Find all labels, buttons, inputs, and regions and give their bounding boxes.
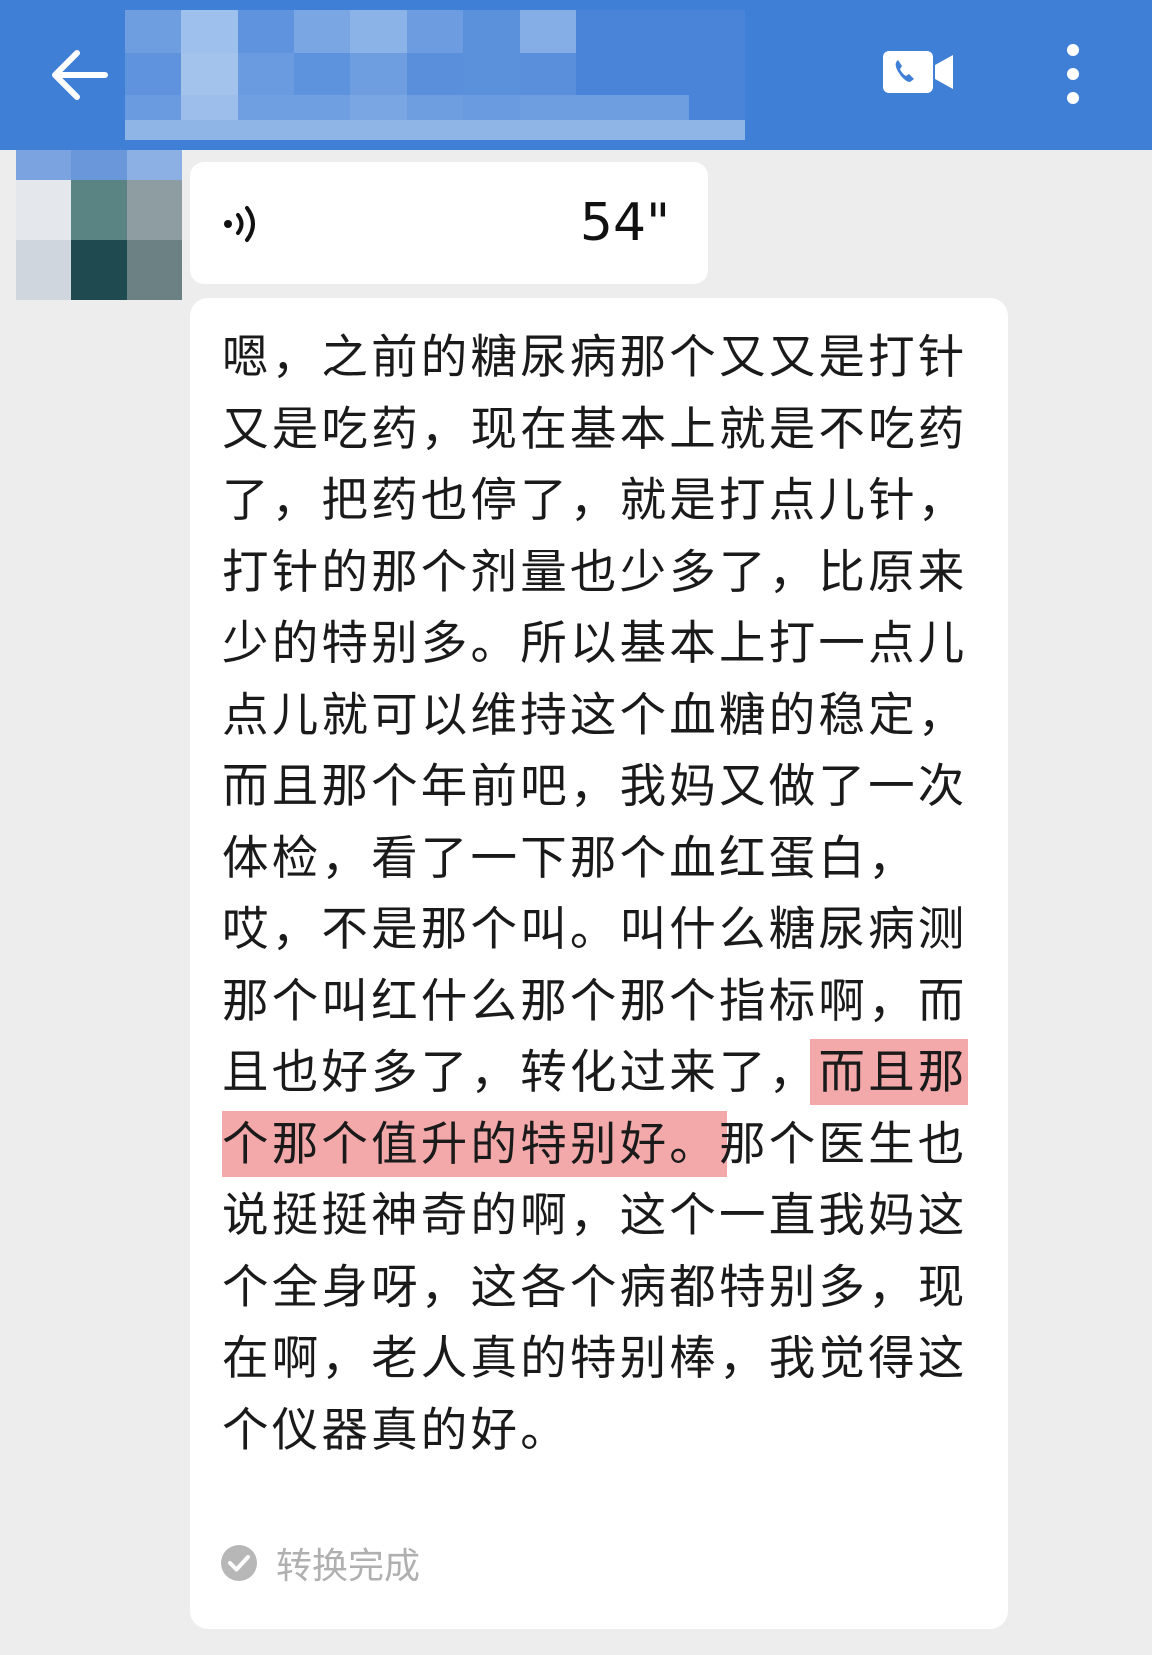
transcription-bubble: 嗯，之前的糖尿病那个又又是打针又是吃药，现在基本上就是不吃药了，把药也停了，就是… [190,298,1008,1629]
more-options-button[interactable] [1046,36,1100,112]
transcription-text: 嗯，之前的糖尿病那个又又是打针又是吃药，现在基本上就是不吃药了，把药也停了，就是… [222,322,982,1466]
voice-message-bubble[interactable]: 54" [190,162,708,284]
top-bar [0,0,1152,150]
more-vertical-icon [1067,44,1079,104]
sender-avatar-pixelated[interactable] [16,150,182,300]
transcript-part-1: 嗯，之前的糖尿病那个又又是打针又是吃药，现在基本上就是不吃药了，把药也停了，就是… [222,330,968,1099]
arrow-left-icon [52,50,108,100]
video-call-button[interactable] [878,42,958,102]
contact-name-pixelated [125,10,745,138]
voice-duration: 54" [579,193,670,253]
check-circle-icon [221,1545,257,1581]
conversion-status-text: 转换完成 [276,1546,421,1587]
voice-wave-icon [224,206,255,242]
conversion-status: 转换完成 [220,1533,420,1593]
back-button[interactable] [38,38,118,112]
title-mosaic-bar [125,120,745,140]
video-call-icon [883,51,953,93]
